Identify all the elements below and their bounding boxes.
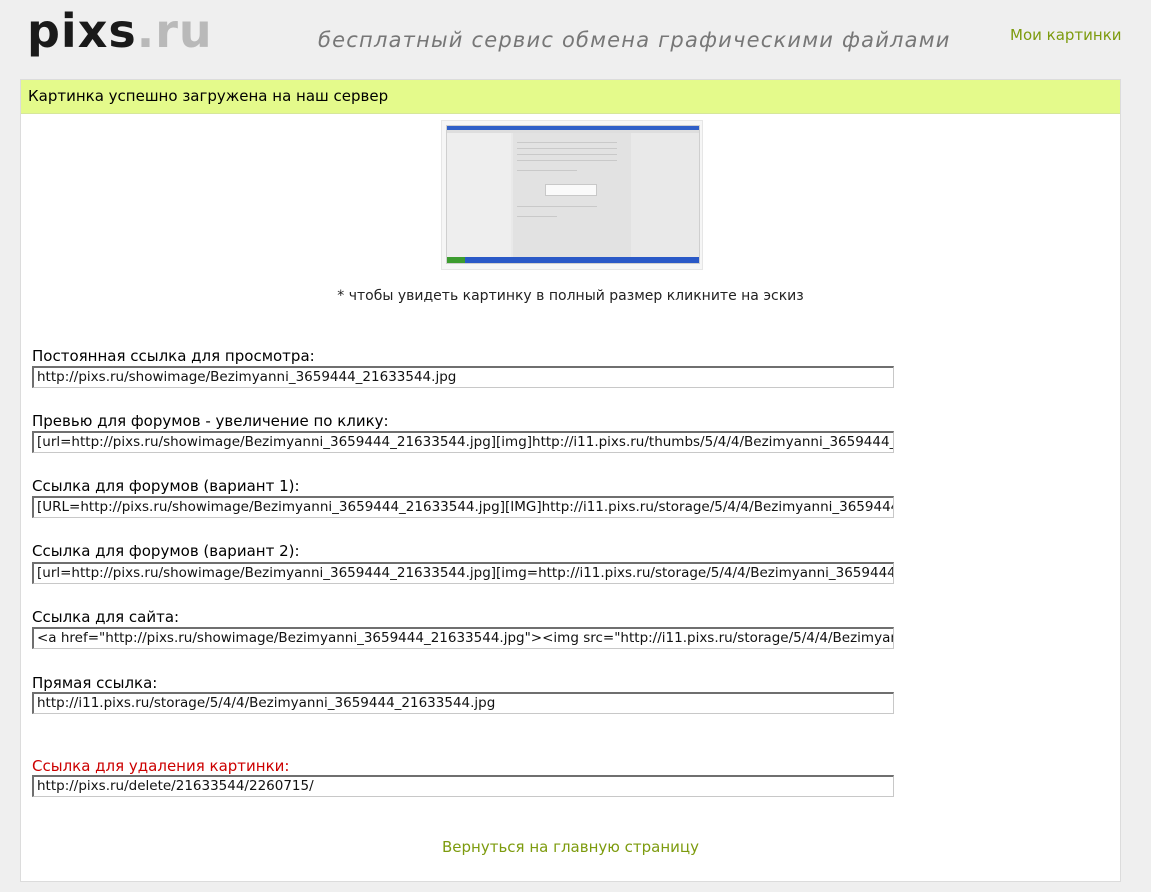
logo-main-text: pixs (27, 4, 137, 58)
permanent-link-field[interactable]: http://pixs.ru/showimage/Bezimyanni_3659… (32, 366, 894, 388)
forum-preview-field[interactable]: [url=http://pixs.ru/showimage/Bezimyanni… (32, 431, 894, 453)
back-to-home-link[interactable]: Вернуться на главную страницу (21, 838, 1120, 856)
my-pictures-link[interactable]: Мои картинки (1010, 26, 1122, 44)
forum-link-v1-label: Ссылка для форумов (вариант 1): (32, 477, 300, 495)
thumbnail-screenshot-preview (446, 125, 700, 264)
delete-link-field[interactable]: http://pixs.ru/delete/21633544/2260715/ (32, 775, 894, 797)
delete-link-label: Ссылка для удаления картинки: (32, 757, 290, 775)
forum-link-v1-field[interactable]: [URL=http://pixs.ru/showimage/Bezimyanni… (32, 496, 894, 518)
thumbnail-hint: * чтобы увидеть картинку в полный размер… (337, 288, 804, 304)
site-link-label: Ссылка для сайта: (32, 608, 180, 626)
direct-link-field[interactable]: http://i11.pixs.ru/storage/5/4/4/Bezimya… (32, 692, 894, 714)
site-tagline: бесплатный сервис обмена графическими фа… (318, 28, 951, 52)
forum-preview-label: Превью для форумов - увеличение по клику… (32, 412, 389, 430)
forum-link-v2-field[interactable]: [url=http://pixs.ru/showimage/Bezimyanni… (32, 562, 894, 584)
direct-link-label: Прямая ссылка: (32, 674, 158, 692)
permanent-link-label: Постоянная ссылка для просмотра: (32, 347, 315, 365)
logo-tld-text: .ru (136, 4, 213, 58)
site-link-field[interactable]: <a href="http://pixs.ru/showimage/Bezimy… (32, 627, 894, 649)
upload-result-panel: Картинка успешно загружена на наш сервер… (20, 79, 1121, 882)
site-logo[interactable]: pixs.ru (27, 6, 213, 56)
image-thumbnail[interactable] (441, 120, 703, 270)
status-message: Картинка успешно загружена на наш сервер (21, 80, 1120, 114)
forum-link-v2-label: Ссылка для форумов (вариант 2): (32, 542, 300, 560)
